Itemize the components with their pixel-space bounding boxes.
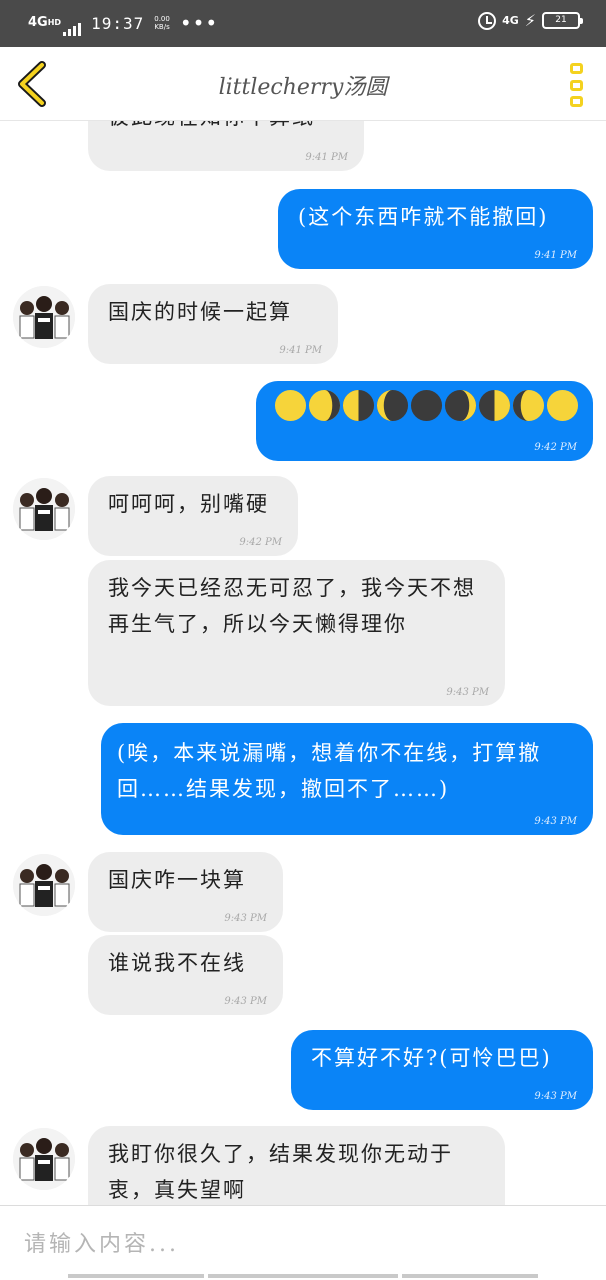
contact-avatar[interactable] [13,1128,75,1190]
message-time: 9:43 PM [224,913,267,924]
contact-avatar[interactable] [13,286,75,348]
message-bubble-incoming[interactable]: 彼此现在知你不算纸 9:41 PM [88,121,364,171]
message-text: 不算好不好?(可怜巴巴) [311,1046,552,1070]
avatar-image [13,478,75,540]
message-text: 我盯你很久了，结果发现你无动于衷，真失望啊 [108,1142,453,1202]
first-quarter-icon [478,389,511,422]
message-text: 谁说我不在线 [108,951,246,975]
message-bubble-incoming[interactable]: 我盯你很久了，结果发现你无动于衷，真失望啊 [88,1126,505,1205]
full-moon-icon [274,389,307,422]
message-bubble-incoming[interactable]: 呵呵呵，别嘴硬 9:42 PM [88,476,298,556]
nav-indicator [68,1274,204,1278]
contact-avatar[interactable] [13,854,75,916]
message-time: 9:41 PM [305,152,348,163]
status-right: 4G ⚡ 21 [478,11,583,30]
mobile-data-icon: 4G [502,13,519,27]
network-hd: HD [47,18,62,27]
message-text: 彼此现在知你不算纸 [108,121,348,135]
full-moon-icon [546,389,579,422]
net-speed: 0.00 KB/s [154,15,170,31]
network-indicator: 4GHD [28,15,62,30]
nav-indicator [208,1274,398,1278]
message-bubble-outgoing[interactable]: 不算好不好?(可怜巴巴) 9:43 PM [291,1030,593,1110]
menu-dot-icon [570,96,583,107]
message-bubble-incoming[interactable]: 国庆的时候一起算 9:41 PM [88,284,338,364]
contact-avatar[interactable] [13,478,75,540]
network-type: 4G [28,15,48,30]
waxing-gibbous-icon [512,389,545,422]
message-bubble-incoming[interactable]: 我今天已经忍无可忍了，我今天不想再生气了，所以今天懒得理你 9:43 PM [88,560,505,706]
message-time: 9:43 PM [534,1091,577,1102]
message-text: 国庆的时候一起算 [108,300,292,324]
message-bubble-incoming[interactable]: 国庆咋一块算 9:43 PM [88,852,283,932]
waning-gibbous-icon [308,389,341,422]
avatar-image [13,1128,75,1190]
new-moon-icon [410,389,443,422]
more-menu-button[interactable] [570,63,586,107]
message-bubble-outgoing[interactable]: 9:42 PM [256,381,593,461]
clock: 19:37 [91,13,145,33]
message-time: 9:42 PM [239,537,282,548]
more-notifications-icon: ••• [179,11,219,35]
status-left: 4GHD 19:37 0.00 KB/s ••• [28,10,218,36]
message-text: 国庆咋一块算 [108,868,246,892]
avatar-image [13,854,75,916]
message-bubble-outgoing[interactable]: (唉，本来说漏嘴，想着你不在线，打算撤回……结果发现，撤回不了……) 9:43 … [101,723,593,835]
chat-header: littlecherry汤圆 [0,47,606,121]
message-composer [0,1205,606,1280]
menu-dot-icon [570,63,583,74]
moon-phase-emoji-row [274,389,579,422]
last-quarter-icon [342,389,375,422]
message-time: 9:43 PM [446,687,489,698]
signal-icon [63,22,82,36]
alarm-icon [478,11,497,30]
message-text: 我今天已经忍无可忍了，我今天不想再生气了，所以今天懒得理你 [108,576,476,636]
chat-list[interactable]: 彼此现在知你不算纸 9:41 PM (这个东西咋就不能撤回) 9:41 PM 国… [0,121,606,1205]
message-text: 呵呵呵，别嘴硬 [108,492,269,516]
message-time: 9:43 PM [224,996,267,1007]
charging-icon: ⚡ [524,11,536,30]
message-bubble-outgoing[interactable]: (这个东西咋就不能撤回) 9:41 PM [278,189,593,269]
waxing-crescent-icon [444,389,477,422]
message-time: 9:41 PM [534,250,577,261]
battery-icon: 21 [542,12,583,29]
message-bubble-incoming[interactable]: 谁说我不在线 9:43 PM [88,935,283,1015]
nav-indicator [402,1274,538,1278]
message-time: 9:43 PM [534,816,577,827]
status-bar: 4GHD 19:37 0.00 KB/s ••• 4G ⚡ 21 [0,0,606,47]
message-time: 9:41 PM [279,345,322,356]
chat-title: littlecherry汤圆 [218,75,388,100]
message-text: (唉，本来说漏嘴，想着你不在线，打算撤回……结果发现，撤回不了……) [117,741,542,801]
waning-crescent-icon [376,389,409,422]
message-text: (这个东西咋就不能撤回) [298,205,549,229]
message-time: 9:42 PM [534,442,577,453]
avatar-image [13,286,75,348]
menu-dot-icon [570,79,583,91]
message-input[interactable] [24,1224,564,1264]
